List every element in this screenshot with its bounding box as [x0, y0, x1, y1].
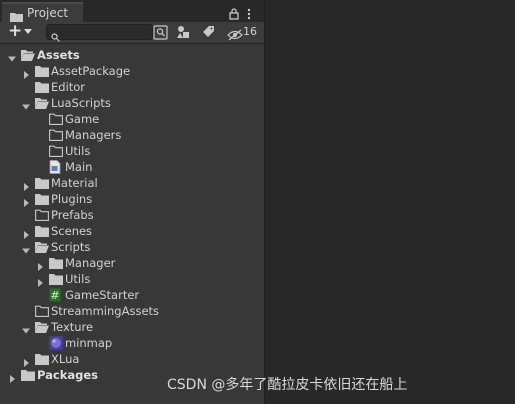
tree-item[interactable]: Main — [0, 159, 264, 175]
tree-item[interactable]: Material — [0, 175, 264, 191]
tree-item[interactable]: # GameStarter — [0, 287, 264, 303]
tree-item-label: Scenes — [51, 224, 93, 238]
tree-item-label: Managers — [65, 128, 122, 142]
folder-empty-icon — [49, 145, 63, 157]
filter-by-type-icon[interactable] — [176, 25, 191, 44]
tab-label: Project — [27, 6, 69, 20]
tab-project[interactable]: Project — [2, 2, 83, 23]
folder-filled-icon — [35, 353, 49, 365]
expand-arrow-closed-icon[interactable] — [36, 259, 44, 271]
create-button[interactable]: + — [8, 21, 36, 41]
chevron-down-icon — [24, 29, 32, 34]
tree-item-label: Plugins — [51, 192, 93, 206]
tree-item[interactable]: minmap — [0, 335, 264, 351]
expand-arrow-closed-icon[interactable] — [36, 275, 44, 287]
tree-item[interactable]: StreammingAssets — [0, 303, 264, 319]
tree-item[interactable]: Managers — [0, 127, 264, 143]
tree-item[interactable]: Prefabs — [0, 207, 264, 223]
expand-arrow-closed-icon[interactable] — [22, 67, 30, 79]
folder-filled-icon — [49, 257, 63, 269]
folder-filled-icon — [35, 193, 49, 205]
folder-empty-icon — [49, 129, 63, 141]
folder-filled-icon — [35, 81, 49, 93]
tree-item[interactable]: Manager — [0, 255, 264, 271]
tree-item[interactable]: Utils — [0, 143, 264, 159]
tree-item-label: Editor — [51, 80, 86, 94]
project-panel: Project + 16 Assets AssetPackage Editor … — [0, 0, 264, 404]
texture-icon — [49, 336, 63, 350]
tree-item-label: Utils — [65, 272, 91, 286]
tree-item-label: Texture — [51, 320, 94, 334]
tree-item[interactable]: Game — [0, 111, 264, 127]
expand-arrow-closed-icon[interactable] — [22, 355, 30, 367]
tree-item-label: XLua — [51, 352, 80, 366]
search-by-type-icon[interactable] — [153, 25, 168, 44]
plus-icon: + — [8, 21, 23, 41]
folder-open-icon — [21, 49, 35, 61]
csharp-script-icon: # — [49, 288, 63, 302]
folder-empty-icon — [35, 209, 49, 221]
tree-item-label: LuaScripts — [51, 96, 111, 110]
expand-arrow-open-icon[interactable] — [22, 243, 30, 254]
expand-arrow-open-icon[interactable] — [22, 323, 30, 334]
tree-item-label: AssetPackage — [51, 64, 131, 78]
search-icon — [51, 27, 60, 46]
tree-item[interactable]: Plugins — [0, 191, 264, 207]
tree-item[interactable]: Scenes — [0, 223, 264, 239]
toolbar: + 16 — [0, 21, 264, 46]
folder-filled-icon — [35, 177, 49, 189]
search-input[interactable] — [46, 24, 153, 40]
tree-item-label: Assets — [37, 48, 80, 62]
tree-item[interactable]: AssetPackage — [0, 63, 264, 79]
svg-text:#: # — [50, 289, 59, 302]
tree-item-label: Game — [65, 112, 100, 126]
tree-item[interactable]: Assets — [0, 47, 264, 63]
expand-arrow-closed-icon[interactable] — [8, 371, 16, 383]
tab-strip: Project — [0, 0, 264, 23]
empty-pane — [264, 0, 515, 404]
folder-empty-icon — [35, 305, 49, 317]
folder-empty-icon — [49, 113, 63, 125]
tree-item-label: Scripts — [51, 240, 91, 254]
hidden-count: 16 — [243, 25, 257, 38]
hidden-packages-toggle[interactable]: 16 — [227, 25, 261, 41]
expand-arrow-open-icon[interactable] — [8, 51, 16, 62]
folder-filled-icon — [35, 65, 49, 77]
tree-item-label: GameStarter — [65, 288, 140, 302]
folder-open-icon — [35, 241, 49, 253]
tree-item-label: Packages — [37, 368, 98, 382]
eye-slash-icon — [227, 26, 243, 45]
tree-item-label: Manager — [65, 256, 116, 270]
tree-item[interactable]: LuaScripts — [0, 95, 264, 111]
tree-item-label: Main — [65, 160, 93, 174]
tree-item-label: minmap — [65, 336, 113, 350]
tree-item[interactable]: Utils — [0, 271, 264, 287]
expand-arrow-closed-icon[interactable] — [22, 195, 30, 207]
filter-by-label-icon[interactable] — [201, 25, 216, 44]
folder-filled-icon — [21, 369, 35, 381]
expand-arrow-closed-icon[interactable] — [22, 227, 30, 239]
tree-item-label: Prefabs — [51, 208, 94, 222]
tree-item-label: Utils — [65, 144, 91, 158]
tree-item[interactable]: XLua — [0, 351, 264, 367]
folder-open-icon — [35, 97, 49, 109]
folder-open-icon — [35, 321, 49, 333]
folder-filled-icon — [49, 273, 63, 285]
tree-item-label: StreammingAssets — [51, 304, 160, 318]
expand-arrow-closed-icon[interactable] — [22, 179, 30, 191]
tree-item-label: Material — [51, 176, 98, 190]
expand-arrow-open-icon[interactable] — [22, 99, 30, 110]
folder-filled-icon — [35, 225, 49, 237]
lua-file-icon — [49, 160, 63, 174]
tree-item[interactable]: Scripts — [0, 239, 264, 255]
tree-item[interactable]: Texture — [0, 319, 264, 335]
watermark: CSDN @多年了酷拉皮卡依旧还在船上 — [167, 377, 408, 393]
tree-item[interactable]: Editor — [0, 79, 264, 95]
